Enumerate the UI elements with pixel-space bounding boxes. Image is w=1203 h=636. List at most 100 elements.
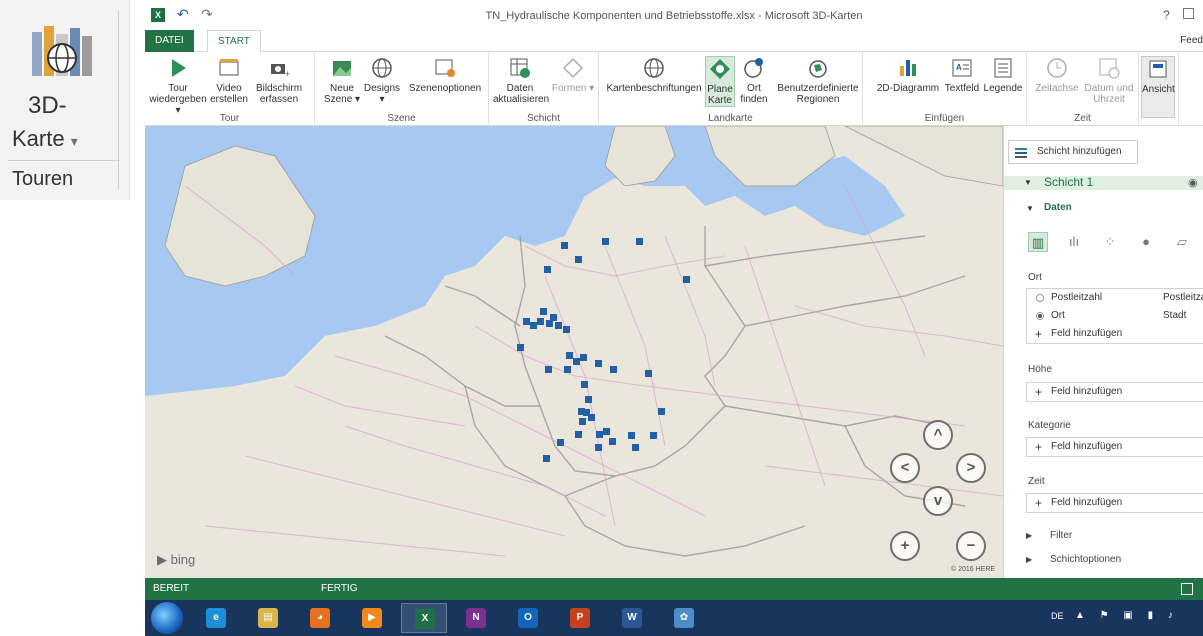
radio-button[interactable] [1036,312,1044,320]
map-labels-button[interactable]: Kartenbeschriftungen [605,56,703,94]
clustered-column-icon[interactable]: ılı [1064,232,1084,252]
region-icon[interactable]: ▱ [1172,232,1192,252]
location-marker[interactable] [650,432,657,439]
location-marker[interactable] [602,238,609,245]
location-marker[interactable] [580,354,587,361]
bubble-icon[interactable]: ⁘ [1100,232,1120,252]
layer-options-section[interactable]: ▶ Schichtoptionen [1026,554,1121,565]
location-marker[interactable] [579,418,586,425]
location-marker[interactable] [557,439,564,446]
location-marker[interactable] [530,322,537,329]
new-scene-button[interactable]: Neue Szene ▾ [323,56,361,105]
rotate-right-button[interactable]: > [956,453,986,483]
zoom-out-button[interactable]: − [956,531,986,561]
screenshot-button[interactable]: + Bildschirm erfassen [253,56,305,105]
legend-button[interactable]: Legende [983,56,1023,94]
location-marker[interactable] [545,366,552,373]
taskbar-word[interactable]: W [609,603,655,633]
add-field-category[interactable]: + Feld hinzufügen [1027,438,1203,456]
location-marker[interactable] [575,256,582,263]
location-marker[interactable] [563,326,570,333]
scene-options-button[interactable]: Szenenoptionen [405,56,485,94]
tab-start[interactable]: START [207,30,261,53]
screen-icon[interactable] [1181,583,1193,595]
location-marker[interactable] [550,314,557,321]
data-section-header[interactable]: Daten [1044,202,1072,213]
location-marker[interactable] [537,318,544,325]
chart2d-button[interactable]: 2D-Diagramm [875,56,941,94]
taskbar-explorer[interactable]: ▤ [245,603,291,633]
thumb-line2[interactable]: Karte ▾ [12,126,78,152]
refresh-data-button[interactable]: Daten aktualisieren [493,56,549,105]
location-marker[interactable] [683,276,690,283]
stacked-column-icon[interactable]: ▥ [1028,232,1048,252]
location-marker[interactable] [645,370,652,377]
datetime-button[interactable]: Datum und Uhrzeit [1081,56,1137,105]
location-marker[interactable] [564,366,571,373]
location-type-dropdown[interactable]: Postleitzahl [1163,289,1203,307]
taskbar-media[interactable]: ▶ [349,603,395,633]
map-canvas[interactable]: ^ < > v + − ▶ bing © 2016 HERE [145,126,1003,578]
location-marker[interactable] [561,242,568,249]
location-marker[interactable] [544,266,551,273]
tour-play-button[interactable]: Tour wiedergeben ▾ [149,56,207,116]
location-marker[interactable] [628,432,635,439]
custom-regions-button[interactable]: Benutzerdefinierte Regionen [775,56,861,105]
add-field-location[interactable]: + Feld hinzufügen [1027,325,1203,343]
tilt-up-button[interactable]: ^ [923,420,953,450]
flat-map-button[interactable]: Plane Karte [705,56,735,107]
location-option-ort[interactable]: Ort Stadt [1027,307,1203,325]
location-marker[interactable] [555,322,562,329]
add-field-height[interactable]: + Feld hinzufügen [1027,383,1203,401]
tab-datei[interactable]: DATEI [145,30,194,52]
rotate-left-button[interactable]: < [890,453,920,483]
location-marker[interactable] [610,366,617,373]
taskbar-onenote[interactable]: N [453,603,499,633]
view-button[interactable]: Ansicht [1141,56,1175,118]
collapse-caret-icon[interactable]: ▼ [1024,178,1032,187]
start-button[interactable] [151,602,183,634]
video-create-button[interactable]: Video erstellen [209,56,249,105]
location-marker[interactable] [566,352,573,359]
taskbar-powerpoint[interactable]: P [557,603,603,633]
filter-section[interactable]: ▶ Filter [1026,530,1072,541]
heatmap-icon[interactable]: ● [1136,232,1156,252]
location-marker[interactable] [546,320,553,327]
help-icon[interactable]: ? [1163,8,1170,22]
location-marker[interactable] [573,358,580,365]
add-field-time[interactable]: + Feld hinzufügen [1027,494,1203,512]
taskbar-ie[interactable]: e [193,603,239,633]
location-marker[interactable] [632,444,639,451]
language-indicator[interactable]: DE [1051,611,1064,621]
location-option-postleitzahl[interactable]: Postleitzahl Postleitzahl [1027,289,1203,307]
add-layer-button[interactable]: Schicht hinzufügen [1008,140,1138,164]
eye-icon[interactable]: ◉ [1188,176,1198,189]
location-marker[interactable] [540,308,547,315]
collapse-caret-icon[interactable]: ▼ [1026,204,1034,213]
location-marker[interactable] [575,431,582,438]
system-tray[interactable]: ▲ ⚑ ▣ ▮ ♪ [1075,610,1179,621]
location-marker[interactable] [658,408,665,415]
location-marker[interactable] [517,344,524,351]
location-marker[interactable] [543,455,550,462]
taskbar-outlook[interactable]: O [505,603,551,633]
location-marker[interactable] [603,428,610,435]
tilt-down-button[interactable]: v [923,486,953,516]
location-marker[interactable] [595,444,602,451]
location-marker[interactable] [588,414,595,421]
feedback-link[interactable]: Feed [1180,35,1203,46]
taskbar-paint[interactable]: ✿ [661,603,707,633]
radio-button[interactable] [1036,294,1044,302]
location-marker[interactable] [585,396,592,403]
layer-header[interactable]: ▼ Schicht 1 ◉ [1004,175,1203,190]
zoom-in-button[interactable]: + [890,531,920,561]
location-marker[interactable] [596,431,603,438]
taskbar-excel[interactable]: X [401,603,447,633]
shapes-button[interactable]: Formen ▾ [551,56,595,94]
location-marker[interactable] [636,238,643,245]
designs-button[interactable]: Designs ▾ [363,56,401,105]
map-svg[interactable] [145,126,1003,578]
location-type-dropdown[interactable]: Stadt [1163,307,1186,325]
location-marker[interactable] [523,318,530,325]
restore-window-icon[interactable] [1183,8,1194,19]
